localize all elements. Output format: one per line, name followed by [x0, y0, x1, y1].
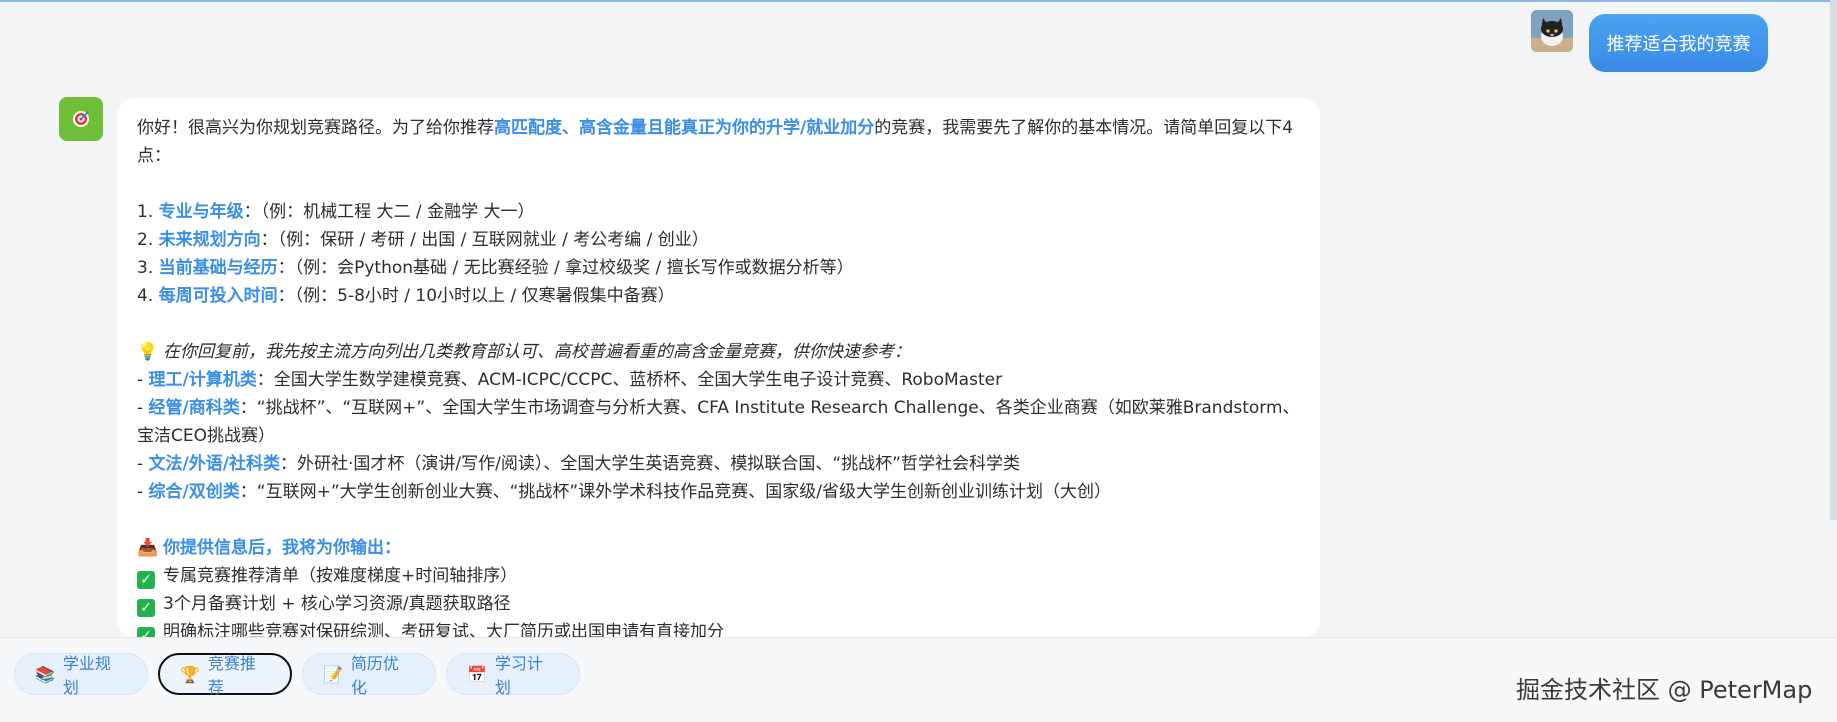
question-item: 4. 每周可投入时间：（例：5-8小时 / 10小时以上 / 仅寒暑假集中备赛） — [137, 286, 675, 306]
category-label: 文法/外语/社科类 — [148, 454, 280, 474]
chip-competition-recommend[interactable]: 🏆 竞赛推荐 — [158, 653, 292, 697]
bot-message-bubble: 你好！很高兴为你规划竞赛路径。为了给你推荐高匹配度、高含金量且能真正为你的升学/… — [117, 98, 1320, 638]
chip-label: 简历优化 — [350, 654, 399, 697]
cat-avatar-icon — [1531, 10, 1573, 52]
books-icon: 📚 — [35, 664, 55, 684]
tip-text: 在你回复前，我先按主流方向列出几类教育部认可、高校普遍看重的高含金量竞赛，供你快… — [163, 342, 911, 362]
bot-intro: 你好！很高兴为你规划竞赛路径。为了给你推荐高匹配度、高含金量且能真正为你的升学/… — [137, 114, 1300, 170]
chip-label: 竞赛推荐 — [207, 654, 256, 697]
inbox-icon: 📥 — [137, 538, 159, 558]
intro-text: 你好！很高兴为你规划竞赛路径。为了给你推荐 — [137, 118, 494, 138]
output-heading-text: 你提供信息后，我将为你输出： — [163, 538, 401, 558]
output-item: ✓ 3个月备赛计划 + 核心学习资源/真题获取路径 — [137, 590, 1300, 618]
checkmark-icon: ✓ — [137, 571, 155, 589]
category-item: - 理工/计算机类：全国大学生数学建模竞赛、ACM-ICPC/CCPC、蓝桥杯、… — [137, 370, 1003, 390]
category-item: - 综合/双创类：“互联网+”大学生创新创业大赛、“挑战杯”课外学术科技作品竞赛… — [137, 482, 1111, 502]
question-item: 2. 未来规划方向：（例：保研 / 考研 / 出国 / 互联网就业 / 考公考编… — [137, 230, 709, 250]
user-avatar — [1531, 10, 1573, 52]
category-label: 综合/双创类 — [148, 482, 240, 502]
lightbulb-icon: 💡 — [137, 342, 159, 362]
chip-label: 学业规划 — [62, 654, 111, 697]
watermark: 掘金技术社区 @ PeterMap — [1516, 676, 1813, 704]
category-item: - 经管/商科类：“挑战杯”、“互联网+”、全国大学生市场调查与分析大赛、CFA… — [137, 398, 1300, 446]
output-heading: 📥 你提供信息后，我将为你输出： — [137, 534, 1300, 562]
calendar-icon: 📅 — [467, 664, 487, 684]
tip-line: 💡 在你回复前，我先按主流方向列出几类教育部认可、高校普遍看重的高含金量竞赛，供你… — [137, 338, 1300, 366]
top-border — [0, 0, 1837, 2]
question-label: 未来规划方向 — [158, 230, 261, 250]
target-icon — [73, 111, 89, 127]
checkmark-icon: ✓ — [137, 599, 155, 617]
chip-academic-planning[interactable]: 📚 学业规划 — [14, 653, 148, 697]
category-label: 经管/商科类 — [148, 398, 240, 418]
output-item: ✓ 明确标注哪些竞赛对保研综测、考研复试、大厂简历或出国申请有直接加分 — [137, 618, 1300, 638]
question-item: 1. 专业与年级：（例：机械工程 大二 / 金融学 大一） — [137, 202, 535, 222]
chip-study-plan[interactable]: 📅 学习计划 — [446, 653, 580, 697]
memo-icon: 📝 — [323, 664, 343, 684]
user-message-bubble: 推荐适合我的竞赛 — [1589, 14, 1768, 72]
category-label: 理工/计算机类 — [148, 370, 257, 390]
chip-resume-optimize[interactable]: 📝 简历优化 — [302, 653, 436, 697]
question-label: 每周可投入时间 — [158, 286, 278, 306]
scrollbar[interactable] — [1830, 0, 1837, 520]
question-item: 3. 当前基础与经历：（例：会Python基础 / 无比赛经验 / 拿过校级奖 … — [137, 258, 854, 278]
category-item: - 文法/外语/社科类：外研社·国才杯（演讲/写作/阅读）、全国大学生英语竞赛、… — [137, 454, 1020, 474]
question-label: 专业与年级 — [158, 202, 244, 222]
bot-avatar — [59, 97, 103, 141]
chip-label: 学习计划 — [494, 654, 543, 697]
output-item: ✓ 专属竞赛推荐清单（按难度梯度+时间轴排序） — [137, 562, 1300, 590]
question-label: 当前基础与经历 — [158, 258, 278, 278]
trophy-icon: 🏆 — [180, 664, 200, 684]
intro-highlight: 高匹配度、高含金量且能真正为你的升学/就业加分 — [494, 118, 875, 138]
